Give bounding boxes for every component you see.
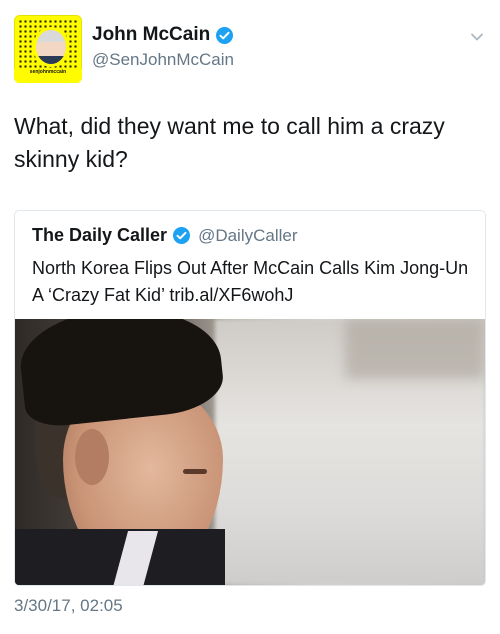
- quoted-author-handle: @DailyCaller: [198, 225, 298, 245]
- author-avatar[interactable]: senjohnmccain: [14, 15, 82, 83]
- quoted-author-name: The Daily Caller: [32, 225, 168, 245]
- quoted-tweet-photo[interactable]: [15, 319, 485, 585]
- verified-badge-icon: [173, 227, 191, 244]
- author-name[interactable]: John McCain: [92, 24, 210, 46]
- avatar-photo: [33, 27, 69, 67]
- avatar-caption: senjohnmccain: [14, 69, 82, 83]
- verified-badge-icon: [216, 26, 234, 44]
- tweet-text: What, did they want me to call him a cra…: [14, 113, 445, 172]
- tweet-timestamp[interactable]: 3/30/17, 02:05: [14, 596, 123, 616]
- author-name-row[interactable]: John McCain: [92, 24, 234, 46]
- chevron-down-icon[interactable]: [470, 30, 484, 44]
- quoted-tweet-card[interactable]: The Daily Caller @DailyCaller North Kore…: [14, 210, 486, 586]
- quoted-tweet-text: North Korea Flips Out After McCain Calls…: [32, 258, 469, 305]
- quoted-author-row: The Daily Caller @DailyCaller: [32, 225, 298, 246]
- author-handle[interactable]: @SenJohnMcCain: [92, 50, 234, 70]
